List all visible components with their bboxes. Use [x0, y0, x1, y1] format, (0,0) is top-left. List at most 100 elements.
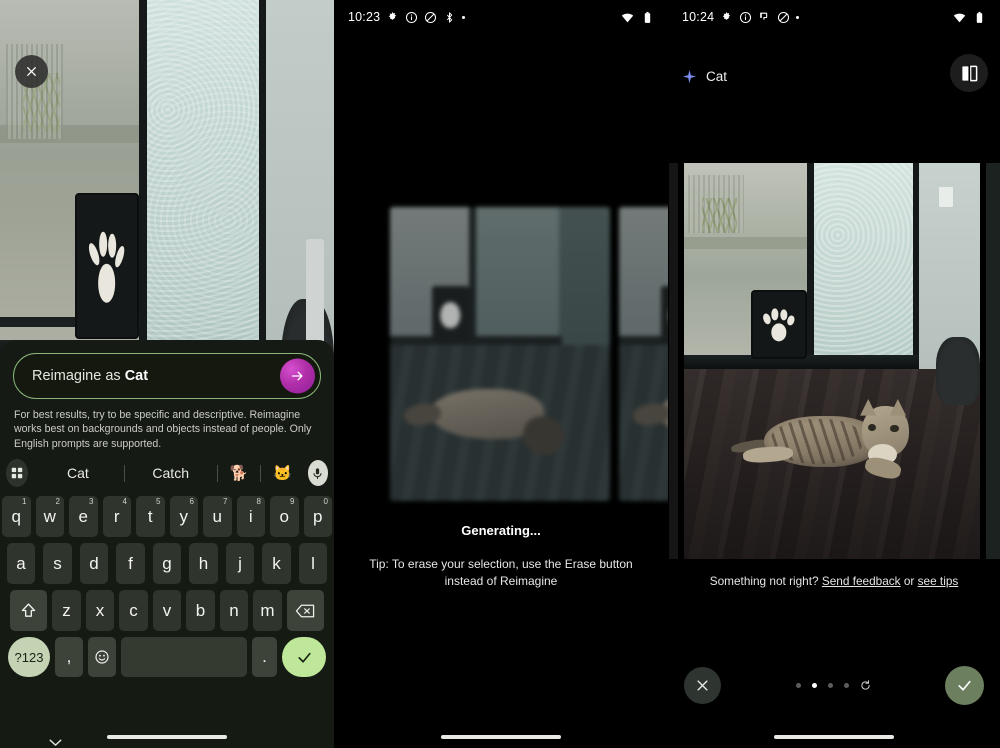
suggestion-emoji-dog[interactable]: 🐕: [217, 464, 260, 482]
close-editor-button[interactable]: [15, 55, 48, 88]
key-period[interactable]: .: [252, 637, 277, 677]
battery-icon: [976, 11, 983, 23]
key-q[interactable]: 1q: [2, 496, 31, 537]
key-u[interactable]: 7u: [203, 496, 232, 537]
key-c[interactable]: c: [119, 590, 148, 631]
status-bar-right-right: [953, 11, 986, 24]
key-x[interactable]: x: [85, 590, 115, 631]
key-m[interactable]: m: [253, 590, 282, 631]
key-a[interactable]: a: [6, 543, 36, 584]
photo-window-frame-vertical-2: [258, 0, 266, 374]
result-pager: [795, 679, 871, 691]
photo-cat-flap: [75, 192, 139, 339]
key-t[interactable]: 5t: [136, 496, 165, 537]
key-j[interactable]: j: [225, 543, 255, 584]
pager-dot-4[interactable]: [843, 682, 849, 688]
hide-keyboard-button[interactable]: [48, 734, 63, 748]
suggestion-emoji-cat[interactable]: 🐱: [261, 464, 304, 482]
key-b[interactable]: b: [186, 590, 215, 631]
key-l[interactable]: l: [298, 543, 328, 584]
key-shift[interactable]: [10, 590, 48, 631]
discard-result-button[interactable]: [684, 666, 721, 704]
key-r[interactable]: 4r: [102, 496, 131, 537]
accept-result-button[interactable]: [945, 665, 984, 705]
send-feedback-link[interactable]: Send feedback: [822, 574, 901, 588]
key-o[interactable]: 9o: [270, 496, 299, 537]
wifi-icon: [621, 13, 634, 22]
result-gallery[interactable]: [668, 163, 1000, 559]
status-time: 10:24: [682, 10, 715, 24]
key-e[interactable]: 3e: [69, 496, 98, 537]
suggestion-grid-button[interactable]: [6, 459, 28, 487]
shift-up-icon: [22, 603, 36, 617]
generation-preview-1[interactable]: [390, 207, 610, 501]
pager-dot-1[interactable]: [795, 682, 801, 688]
photo-window-frame-vertical-1: [138, 0, 147, 367]
keyboard-suggestion-bar: Cat Catch 🐕 🐱: [0, 456, 334, 490]
key-h[interactable]: h: [189, 543, 218, 584]
microphone-icon: [313, 467, 322, 479]
suggestion-word-1[interactable]: Cat: [32, 465, 124, 481]
key-y[interactable]: 6y: [169, 496, 198, 537]
voice-input-button[interactable]: [307, 460, 328, 486]
key-d[interactable]: d: [79, 543, 109, 584]
dot-icon: [462, 15, 466, 19]
middle-navbar: [334, 714, 668, 748]
result-action-bar: [668, 662, 1000, 708]
key-backspace[interactable]: [286, 590, 324, 631]
paint-icon: [760, 12, 768, 20]
panel-divider-1: [334, 0, 335, 748]
pager-dot-2[interactable]: [811, 682, 817, 688]
key-z[interactable]: z: [52, 590, 81, 631]
suggestion-word-2[interactable]: Catch: [125, 465, 217, 481]
photo-frosted-glass: [143, 0, 265, 367]
home-indicator[interactable]: [107, 735, 227, 739]
info-circle-icon: [740, 11, 752, 23]
pager-dot-3[interactable]: [827, 682, 833, 688]
key-n[interactable]: n: [219, 590, 249, 631]
key-symbols[interactable]: ?123: [8, 637, 50, 677]
key-i[interactable]: 8i: [236, 496, 265, 537]
status-bar-right-middle: [621, 11, 654, 24]
generation-preview-carousel[interactable]: [334, 205, 668, 503]
keyboard-row-3: z x c v b n m: [3, 590, 331, 631]
see-tips-link[interactable]: see tips: [918, 574, 959, 588]
key-f[interactable]: f: [116, 543, 145, 584]
compare-before-after-button[interactable]: [950, 54, 988, 92]
prompt-send-button[interactable]: [280, 358, 315, 394]
key-k[interactable]: k: [262, 543, 291, 584]
key-enter-confirm[interactable]: [282, 637, 326, 677]
chevron-down-icon: [49, 739, 62, 746]
key-g[interactable]: g: [152, 543, 182, 584]
generated-cat-subject: [730, 398, 912, 484]
key-p[interactable]: 0p: [303, 496, 332, 537]
compare-before-after-icon: [961, 64, 977, 82]
apps-grid-icon: [11, 467, 23, 479]
applied-prompt-chip[interactable]: Cat: [682, 69, 727, 84]
prompt-input[interactable]: Reimagine as Cat: [13, 353, 321, 399]
result-image[interactable]: [684, 163, 980, 559]
refresh-icon[interactable]: [860, 679, 871, 691]
key-w[interactable]: 2w: [35, 496, 64, 537]
key-comma[interactable]: ,: [55, 637, 83, 677]
key-emoji[interactable]: [88, 637, 116, 677]
panel-generating: 10:23 Generating... Tip: To erase your s…: [334, 0, 668, 748]
status-bar-right: 10:24: [668, 0, 1000, 34]
check-icon: [297, 652, 311, 663]
panel-reimagine-prompt: Reimagine as Cat For best results, try t…: [0, 0, 334, 748]
applied-prompt-label: Cat: [706, 68, 728, 84]
key-space[interactable]: [121, 637, 247, 677]
generation-preview-2[interactable]: [619, 207, 668, 501]
result-next-thumb[interactable]: [986, 163, 1000, 559]
home-indicator[interactable]: [441, 735, 561, 739]
key-v[interactable]: v: [152, 590, 182, 631]
right-navbar: [668, 714, 1000, 748]
key-s[interactable]: s: [43, 543, 72, 584]
sparkle-icon: [682, 69, 697, 83]
home-indicator[interactable]: [774, 735, 894, 739]
on-screen-keyboard[interactable]: 1q 2w 3e 4r 5t 6y 7u 8i 9o 0p a s d f g: [0, 490, 334, 748]
backspace-icon: [296, 604, 315, 617]
result-previous-thumb[interactable]: [668, 163, 678, 559]
dnd-slash-icon: [778, 11, 790, 23]
bluetooth-icon: [447, 11, 453, 23]
